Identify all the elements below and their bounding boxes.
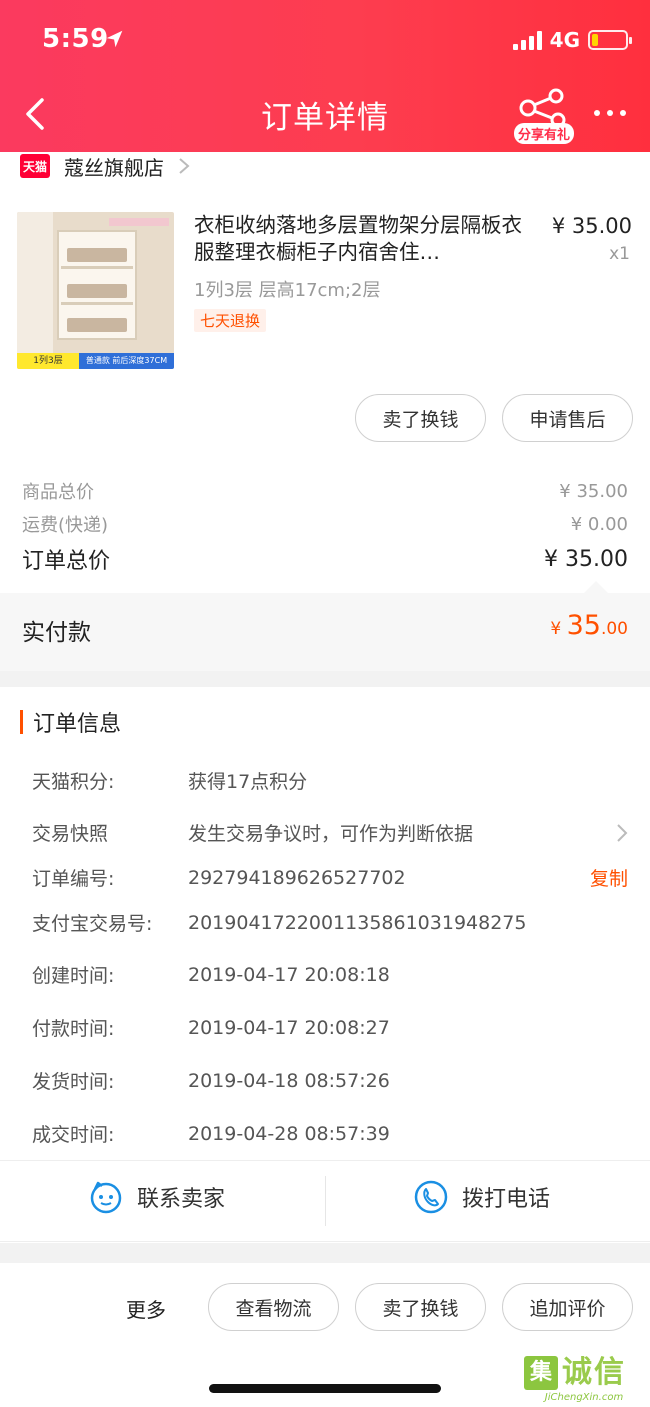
status-indicators: 4G <box>512 28 632 52</box>
info-row-points: 天猫积分: 获得17点积分 <box>32 767 628 794</box>
info-value: 2019041722001135861031948275 <box>188 911 527 934</box>
header-bar: 5:59 4G 订单详情 分享有礼 <box>0 0 650 152</box>
status-time: 5:59 <box>42 24 109 54</box>
battery-icon <box>588 30 632 50</box>
product-price: ¥ 35.00 <box>551 214 632 238</box>
info-value: 2019-04-17 20:08:18 <box>188 963 390 986</box>
info-value: 2019-04-17 20:08:27 <box>188 1016 390 1039</box>
thumb-tag-depth: 普通款 前后深度37CM <box>79 353 174 369</box>
product-quantity: x1 <box>609 244 630 264</box>
call-phone-button[interactable]: 拨打电话 <box>414 1180 550 1214</box>
info-label: 发货时间: <box>32 1071 115 1093</box>
location-arrow-icon <box>106 30 123 48</box>
info-value: 2019-04-28 08:57:39 <box>188 1122 390 1145</box>
paid-caret <box>584 581 608 593</box>
phone-icon <box>414 1180 448 1214</box>
info-row-shipped: 发货时间: 2019-04-18 08:57:26 <box>32 1067 628 1094</box>
info-label: 天猫积分: <box>32 771 115 793</box>
paid-value: ¥ 35.00 <box>550 610 628 641</box>
contact-divider <box>325 1176 326 1226</box>
add-review-button[interactable]: 追加评价 <box>502 1283 633 1331</box>
info-value: 292794189626527702 <box>188 866 406 889</box>
info-row-created: 创建时间: 2019-04-17 20:08:18 <box>32 961 628 988</box>
network-type: 4G <box>549 28 580 52</box>
chevron-right-icon <box>179 158 190 174</box>
info-value: 发生交易争议时，可作为判断依据 <box>188 823 474 845</box>
info-value: 2019-04-18 08:57:26 <box>188 1069 390 1092</box>
info-label: 付款时间: <box>32 1018 115 1040</box>
product-title[interactable]: 衣柜收纳落地多层置物架分层隔板衣服整理衣橱柜子内宿舍住… <box>194 212 524 268</box>
contact-seller-label: 联系卖家 <box>137 1187 226 1212</box>
goods-total-label: 商品总价 <box>22 482 94 503</box>
shipping-label: 运费(快递) <box>22 515 109 536</box>
order-info-title: 订单信息 <box>33 712 122 737</box>
info-value: 获得17点积分 <box>188 771 308 793</box>
chevron-right-icon <box>617 823 628 842</box>
product-thumbnail[interactable]: 1列3层 普通款 前后深度37CM <box>17 212 174 369</box>
order-info-heading: 订单信息 <box>20 706 121 738</box>
order-total-row: 订单总价 ¥ 35.00 <box>22 543 628 575</box>
goods-total-value: ¥ 35.00 <box>559 480 628 502</box>
section-divider <box>0 671 650 687</box>
info-label: 订单编号: <box>32 868 115 890</box>
after-sale-button[interactable]: 申请售后 <box>502 394 633 442</box>
heading-accent-bar <box>20 710 23 734</box>
watermark-sub: JiChengXin.com <box>544 1392 624 1403</box>
info-label: 创建时间: <box>32 965 115 987</box>
view-logistics-button[interactable]: 查看物流 <box>208 1283 339 1331</box>
share-badge[interactable]: 分享有礼 <box>514 123 575 144</box>
chat-face-icon <box>90 1181 122 1214</box>
info-row-alipay-number: 支付宝交易号: 2019041722001135861031948275 <box>32 909 628 936</box>
home-indicator <box>209 1384 441 1393</box>
shipping-value: ¥ 0.00 <box>570 513 628 535</box>
return-policy-badge: 七天退换 <box>194 309 267 332</box>
watermark-logo: 集 诚信 JiChengXin.com <box>524 1356 644 1406</box>
info-row-order-number: 订单编号: 292794189626527702 复制 <box>32 864 628 891</box>
product-sku: 1列3层 层高17cm;2层 <box>194 280 381 301</box>
order-total-label: 订单总价 <box>22 549 111 574</box>
info-row-paid: 付款时间: 2019-04-17 20:08:27 <box>32 1014 628 1041</box>
call-phone-label: 拨打电话 <box>462 1187 551 1212</box>
tmall-logo-icon: 天猫 <box>20 154 50 178</box>
goods-total-row: 商品总价 ¥ 35.00 <box>22 478 628 504</box>
shop-row[interactable]: 天猫 蔻丝旗舰店 <box>20 150 190 182</box>
info-row-completed: 成交时间: 2019-04-28 08:57:39 <box>32 1120 628 1147</box>
watermark-text: 诚信 <box>562 1355 626 1390</box>
shipping-row: 运费(快递) ¥ 0.00 <box>22 511 628 537</box>
thumb-tag-layers: 1列3层 <box>17 353 79 369</box>
info-label: 支付宝交易号: <box>32 913 153 935</box>
order-total-value: ¥ 35.00 <box>544 546 628 572</box>
sell-button[interactable]: 卖了换钱 <box>355 394 486 442</box>
more-menu-icon[interactable] <box>594 110 626 116</box>
paid-label: 实付款 <box>22 620 91 646</box>
signal-icon <box>512 30 542 50</box>
sell-button-bottom[interactable]: 卖了换钱 <box>355 1283 486 1331</box>
copy-order-number-button[interactable]: 复制 <box>590 864 628 891</box>
info-label: 交易快照 <box>32 823 109 845</box>
section-divider <box>0 1243 650 1263</box>
shop-name: 蔻丝旗舰店 <box>64 155 164 180</box>
more-actions-button[interactable]: 更多 <box>126 1294 166 1323</box>
info-label: 成交时间: <box>32 1124 115 1146</box>
contact-seller-button[interactable]: 联系卖家 <box>89 1180 225 1214</box>
info-row-snapshot[interactable]: 交易快照 发生交易争议时，可作为判断依据 <box>32 819 628 846</box>
watermark-char: 集 <box>524 1356 558 1390</box>
